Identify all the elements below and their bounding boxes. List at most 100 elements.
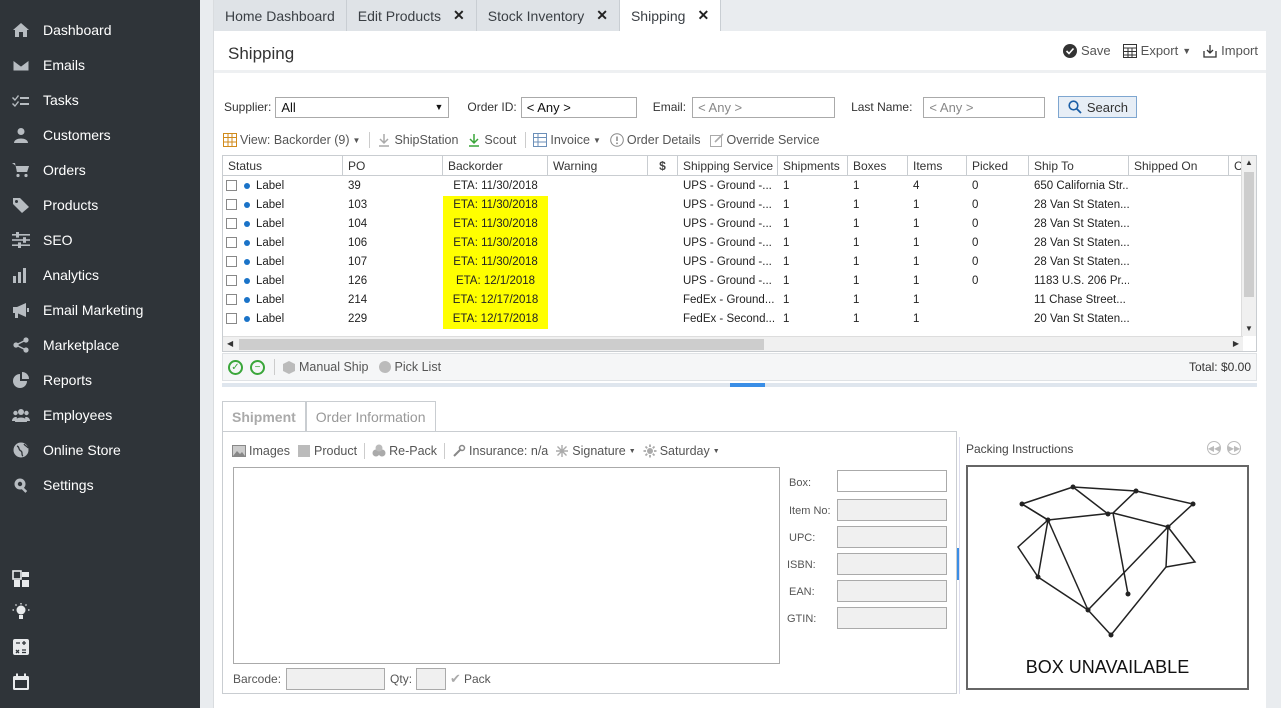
table-row[interactable]: Label 39 ETA: 11/30/2018 UPS - Ground -... 1… — [223, 177, 1243, 196]
tab-home-dashboard[interactable]: Home Dashboard — [214, 0, 347, 31]
row-checkbox[interactable] — [226, 199, 237, 211]
gear-icon — [12, 477, 32, 493]
scout-button[interactable]: Scout — [467, 133, 516, 147]
column-header-boxes[interactable]: Boxes — [848, 156, 908, 176]
pack-button[interactable]: ✔ Pack — [450, 671, 491, 687]
sidebar-item-marketplace[interactable]: Marketplace — [0, 327, 200, 362]
order-id-input[interactable]: < Any > — [520, 96, 637, 118]
calendar-icon[interactable] — [12, 673, 30, 691]
minus-circle-icon[interactable]: − — [250, 359, 265, 375]
order-details-button[interactable]: Order Details — [610, 133, 701, 147]
table-row[interactable]: Label 104 ETA: 11/30/2018 UPS - Ground -...… — [223, 215, 1243, 234]
email-input[interactable]: < Any > — [692, 96, 836, 118]
sidebar-item-customers[interactable]: Customers — [0, 117, 200, 152]
column-header-po[interactable]: PO — [343, 156, 443, 176]
grid-toolbar: View: Backorder (9) ▼ ShipStation Scout … — [223, 131, 829, 149]
column-header-price[interactable]: $ — [648, 156, 678, 176]
close-icon[interactable]: ✕ — [697, 7, 709, 24]
close-icon[interactable]: ✕ — [596, 7, 608, 24]
table-row[interactable]: Label 126 ETA: 12/1/2018 UPS - Ground -... 1… — [223, 272, 1243, 291]
row-checkbox[interactable] — [226, 313, 237, 325]
export-button[interactable]: Export ▼ — [1122, 43, 1191, 58]
column-header-shipments[interactable]: Shipments — [778, 156, 848, 176]
horizontal-scrollbar[interactable]: ◀ ▶ — [223, 336, 1243, 351]
sidebar-item-employees[interactable]: Employees — [0, 397, 200, 432]
lightbulb-icon[interactable] — [12, 603, 30, 621]
column-header-backorder[interactable]: Backorder — [443, 156, 548, 176]
splitter-handle[interactable] — [730, 383, 765, 387]
override-service-button[interactable]: Override Service — [709, 133, 820, 147]
row-checkbox[interactable] — [226, 294, 237, 306]
sidebar-item-tasks[interactable]: Tasks — [0, 82, 200, 117]
qty-input[interactable] — [416, 668, 447, 690]
save-button[interactable]: Save — [1063, 43, 1111, 58]
table-row[interactable]: Label 106 ETA: 11/30/2018 UPS - Ground -...… — [223, 234, 1243, 253]
repack-button[interactable]: Re-Pack — [372, 444, 437, 458]
sidebar-item-online-store[interactable]: Online Store — [0, 432, 200, 467]
tab-stock-inventory[interactable]: Stock Inventory ✕ — [476, 0, 620, 31]
sidebar-item-settings[interactable]: Settings — [0, 467, 200, 502]
pick-list-button[interactable]: Pick List — [378, 360, 441, 374]
supplier-select[interactable]: All ▼ — [275, 96, 450, 118]
shipments-cell: 1 — [783, 237, 790, 249]
saturday-dropdown[interactable]: Saturday ▼ — [643, 444, 720, 458]
search-button[interactable]: Search — [1058, 96, 1138, 118]
calculator-icon[interactable] — [12, 638, 30, 656]
column-header-items[interactable]: Items — [908, 156, 967, 176]
row-checkbox[interactable] — [226, 218, 237, 230]
vertical-scroll-thumb[interactable] — [1244, 172, 1254, 297]
table-row[interactable]: Label 214 ETA: 12/17/2018 FedEx - Ground...… — [223, 291, 1243, 310]
box-field[interactable] — [837, 470, 947, 492]
invoice-dropdown[interactable]: Invoice ▼ — [533, 133, 601, 147]
import-button[interactable]: Import — [1203, 43, 1258, 58]
tab-order-information[interactable]: Order Information — [305, 401, 436, 432]
column-header-status[interactable]: Status — [223, 156, 343, 176]
shipment-items-area[interactable] — [233, 467, 780, 664]
table-row[interactable]: Label 103 ETA: 11/30/2018 UPS - Ground -...… — [223, 196, 1243, 215]
sidebar-item-emails[interactable]: Emails — [0, 47, 200, 82]
sidebar-item-orders[interactable]: Orders — [0, 152, 200, 187]
column-header-warning[interactable]: Warning — [548, 156, 648, 176]
check-circle-icon[interactable]: ✓ — [228, 359, 243, 375]
layout-icon[interactable] — [12, 570, 30, 588]
barcode-input[interactable] — [286, 668, 386, 690]
product-button[interactable]: Product — [297, 444, 357, 458]
tab-edit-products[interactable]: Edit Products ✕ — [346, 0, 477, 31]
column-header-shipping-service[interactable]: Shipping Service — [678, 156, 778, 176]
last-name-input[interactable]: < Any > — [923, 96, 1046, 118]
shipstation-button[interactable]: ShipStation — [377, 133, 458, 147]
panel-splitter[interactable] — [222, 383, 1257, 387]
row-checkbox[interactable] — [226, 180, 237, 192]
images-button[interactable]: Images — [232, 444, 290, 458]
scroll-left-icon[interactable]: ◀ — [227, 339, 233, 348]
column-header-ship-to[interactable]: Ship To — [1029, 156, 1129, 176]
sidebar-item-email-marketing[interactable]: Email Marketing — [0, 292, 200, 327]
sidebar-item-products[interactable]: Products — [0, 187, 200, 222]
sidebar-item-dashboard[interactable]: Dashboard — [0, 12, 200, 47]
shipstation-label: ShipStation — [394, 133, 459, 147]
row-checkbox[interactable] — [226, 237, 237, 249]
manual-ship-button[interactable]: Manual Ship — [282, 360, 369, 374]
row-checkbox[interactable] — [226, 256, 237, 268]
horizontal-scroll-thumb[interactable] — [239, 339, 764, 350]
table-row[interactable]: Label 229 ETA: 12/17/2018 FedEx - Second...… — [223, 310, 1243, 329]
previous-icon[interactable]: ◀◀ — [1207, 441, 1221, 455]
vertical-scrollbar[interactable]: ▲ ▼ — [1241, 156, 1256, 336]
close-icon[interactable]: ✕ — [453, 7, 465, 24]
tab-shipment[interactable]: Shipment — [222, 401, 306, 432]
view-dropdown[interactable]: View: Backorder (9) ▼ — [223, 133, 360, 147]
signature-dropdown[interactable]: Signature ▼ — [555, 444, 636, 458]
tab-shipping[interactable]: Shipping ✕ — [619, 0, 722, 31]
scroll-up-icon[interactable]: ▲ — [1245, 158, 1253, 167]
column-header-picked[interactable]: Picked — [967, 156, 1029, 176]
sidebar-item-analytics[interactable]: Analytics — [0, 257, 200, 292]
next-icon[interactable]: ▶▶ — [1227, 441, 1241, 455]
column-header-shipped-on[interactable]: Shipped On — [1129, 156, 1229, 176]
sidebar-item-reports[interactable]: Reports — [0, 362, 200, 397]
table-row[interactable]: Label 107 ETA: 11/30/2018 UPS - Ground -...… — [223, 253, 1243, 272]
insurance-button[interactable]: Insurance: n/a — [452, 444, 548, 458]
sidebar-item-seo[interactable]: SEO — [0, 222, 200, 257]
scroll-right-icon[interactable]: ▶ — [1233, 339, 1239, 348]
scroll-down-icon[interactable]: ▼ — [1245, 324, 1253, 333]
row-checkbox[interactable] — [226, 275, 237, 287]
